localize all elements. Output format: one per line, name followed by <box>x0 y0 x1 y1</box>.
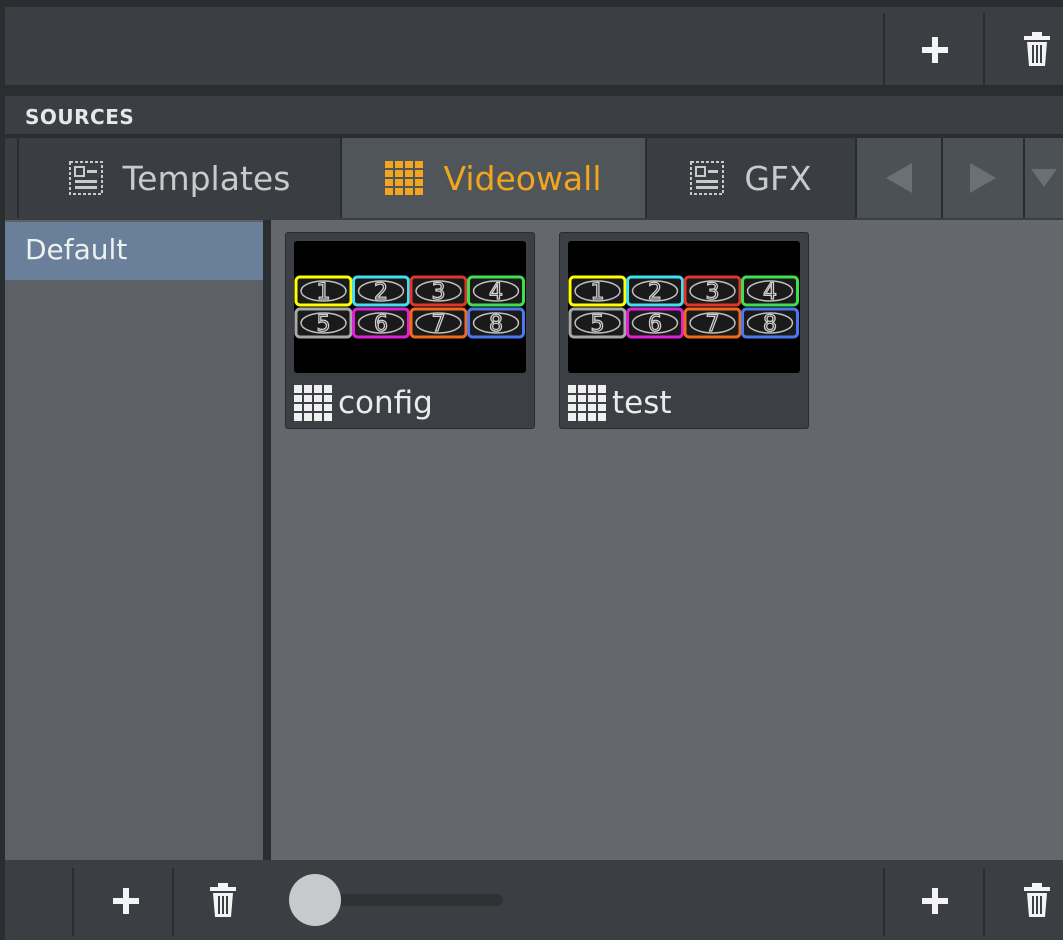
delete-source-button[interactable] <box>1015 874 1059 926</box>
tile-number: 1 <box>317 280 331 305</box>
delete-folder-button[interactable] <box>201 874 245 926</box>
tile-number: 8 <box>763 312 777 337</box>
source-grid: 1 2 3 4 5 6 7 8 config 1 2 3 4 5 6 7 8 test <box>271 220 1063 860</box>
tab-scroll-left-button[interactable] <box>857 138 941 218</box>
toolbar-divider <box>883 868 885 936</box>
plus-icon <box>113 888 139 914</box>
tab-label: Videowall <box>443 158 602 198</box>
tab-label: Templates <box>122 158 291 198</box>
triangle-down-icon <box>1031 169 1057 187</box>
triangle-left-icon <box>886 163 912 193</box>
template-icon <box>690 161 725 195</box>
tab-scroll-right-button[interactable] <box>943 138 1023 218</box>
tile-number: 6 <box>648 312 662 337</box>
section-title: SOURCES <box>25 105 135 129</box>
trash-icon <box>1024 32 1050 66</box>
panel-splitter[interactable] <box>263 220 271 940</box>
source-card-config[interactable]: 1 2 3 4 5 6 7 8 config <box>285 232 535 429</box>
toolbar-divider <box>983 868 985 936</box>
tab-gfx[interactable]: GFX <box>647 138 855 218</box>
folder-item-default[interactable]: Default <box>5 222 263 280</box>
tile-number: 4 <box>489 280 503 305</box>
tab-label: GFX <box>744 158 812 198</box>
tile-number: 3 <box>706 280 720 305</box>
videowall-grid-icon <box>294 385 332 421</box>
delete-button[interactable] <box>1015 25 1059 73</box>
trash-icon <box>210 883 236 917</box>
toolbar-divider <box>72 868 74 936</box>
videowall-thumbnail: 1 2 3 4 5 6 7 8 <box>294 241 526 373</box>
add-folder-button[interactable] <box>101 876 151 926</box>
card-name: test <box>612 385 672 421</box>
tile-number: 8 <box>489 312 503 337</box>
trash-icon <box>1024 883 1050 917</box>
tile-number: 3 <box>432 280 446 305</box>
tab-templates[interactable]: Templates <box>19 138 340 218</box>
videowall-grid-icon <box>568 385 606 421</box>
toolbar-divider <box>172 868 174 936</box>
tile-number: 1 <box>591 280 605 305</box>
tab-overflow-dropdown[interactable] <box>1025 138 1063 218</box>
top-toolbar <box>5 7 1063 88</box>
videowall-grid-icon <box>385 161 424 195</box>
toolbar-divider <box>883 13 885 85</box>
tile-number: 6 <box>374 312 388 337</box>
source-card-test[interactable]: 1 2 3 4 5 6 7 8 test <box>559 232 809 429</box>
slider-knob[interactable] <box>289 874 341 926</box>
triangle-right-icon <box>970 163 996 193</box>
source-tabs: Templates Videowall GFX <box>5 138 1063 220</box>
videowall-thumbnail: 1 2 3 4 5 6 7 8 <box>568 241 800 373</box>
add-source-button[interactable] <box>910 876 960 926</box>
tile-number: 2 <box>374 280 388 305</box>
sources-header: SOURCES <box>5 96 1063 136</box>
add-button[interactable] <box>910 27 960 73</box>
bottom-toolbar <box>5 860 1063 940</box>
plus-icon <box>922 888 948 914</box>
plus-icon <box>922 37 948 63</box>
tab-videowall[interactable]: Videowall <box>342 138 645 218</box>
tile-number: 5 <box>317 312 331 337</box>
tile-number: 5 <box>591 312 605 337</box>
tile-number: 2 <box>648 280 662 305</box>
template-icon <box>68 161 103 195</box>
card-name: config <box>338 385 433 421</box>
card-label: test <box>568 383 672 423</box>
tile-number: 4 <box>763 280 777 305</box>
folder-list: Default <box>5 220 263 860</box>
card-label: config <box>294 383 433 423</box>
toolbar-divider <box>983 13 985 85</box>
tile-number: 7 <box>432 312 446 337</box>
tile-number: 7 <box>706 312 720 337</box>
